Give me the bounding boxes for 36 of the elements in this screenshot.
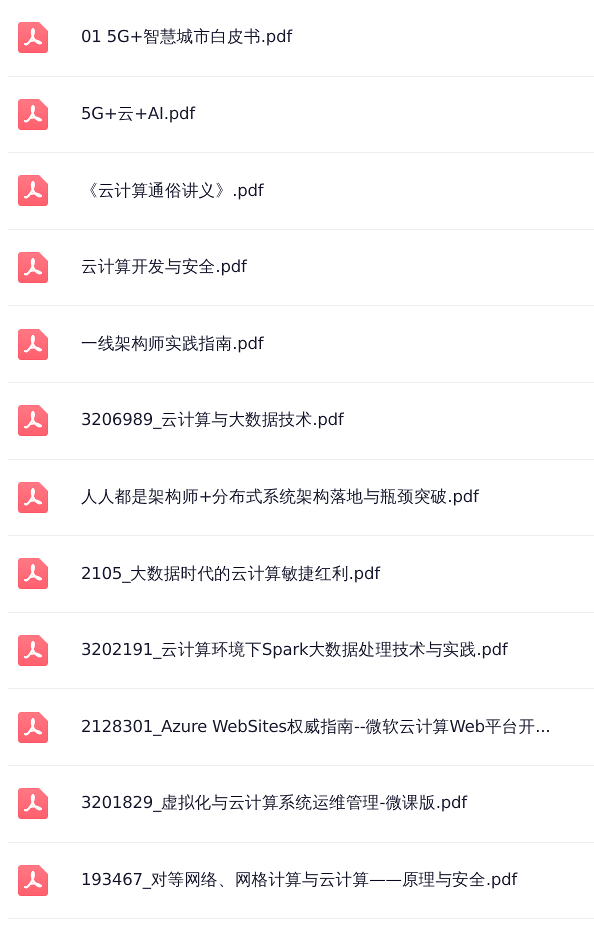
- file-row[interactable]: 一线架构师实践指南.pdf: [8, 306, 594, 383]
- file-row[interactable]: 人人都是架构师+分布式系统架构落地与瓶颈突破.pdf: [8, 460, 594, 536]
- file-name: 云计算开发与安全.pdf: [81, 256, 247, 278]
- file-name: 01 5G+智慧城市白皮书.pdf: [81, 26, 292, 48]
- file-name: 《云计算通俗讲义》.pdf: [81, 180, 264, 202]
- pdf-icon: [18, 558, 48, 590]
- file-name: 193467_对等网络、网格计算与云计算——原理与安全.pdf: [81, 868, 518, 891]
- file-row[interactable]: 01 5G+智慧城市白皮书.pdf: [8, 0, 594, 77]
- file-name: 人人都是架构师+分布式系统架构落地与瓶颈突破.pdf: [81, 486, 479, 508]
- pdf-icon: [18, 328, 48, 360]
- pdf-icon: [18, 22, 48, 54]
- pdf-icon: [18, 712, 48, 743]
- pdf-icon: [18, 252, 48, 284]
- file-row[interactable]: 云计算开发与安全.pdf: [8, 230, 594, 306]
- pdf-icon: [18, 405, 48, 436]
- pdf-icon: [18, 864, 48, 896]
- file-row[interactable]: 2128301_Azure WebSites权威指南--微软云计算Web平台开...: [8, 689, 594, 766]
- file-row[interactable]: 2105_大数据时代的云计算敏捷红利.pdf: [8, 536, 594, 613]
- pdf-icon: [18, 98, 48, 130]
- file-row[interactable]: 3201829_虚拟化与云计算系统运维管理-微课版.pdf: [8, 766, 594, 843]
- file-row[interactable]: 193467_对等网络、网格计算与云计算——原理与安全.pdf: [8, 842, 594, 920]
- pdf-icon: [18, 788, 48, 820]
- file-name: 一线架构师实践指南.pdf: [81, 332, 264, 355]
- pdf-icon: [18, 175, 48, 206]
- file-name: 5G+云+AI.pdf: [81, 103, 195, 126]
- file-name: 2128301_Azure WebSites权威指南--微软云计算Web平台开...: [81, 716, 550, 738]
- file-name: 3206989_云计算与大数据技术.pdf: [81, 409, 344, 432]
- pdf-icon: [18, 635, 48, 666]
- file-name: 2105_大数据时代的云计算敏捷红利.pdf: [81, 562, 380, 585]
- file-name: 3202191_云计算环境下Spark大数据处理技术与实践.pdf: [81, 639, 508, 662]
- file-row[interactable]: 《云计算通俗讲义》.pdf: [8, 153, 594, 230]
- file-row[interactable]: 5G+云+AI.pdf: [8, 76, 594, 154]
- file-name: 3201829_虚拟化与云计算系统运维管理-微课版.pdf: [81, 792, 467, 814]
- file-row[interactable]: 3206989_云计算与大数据技术.pdf: [8, 382, 594, 460]
- pdf-icon: [18, 482, 48, 513]
- file-row[interactable]: 3202191_云计算环境下Spark大数据处理技术与实践.pdf: [8, 612, 594, 690]
